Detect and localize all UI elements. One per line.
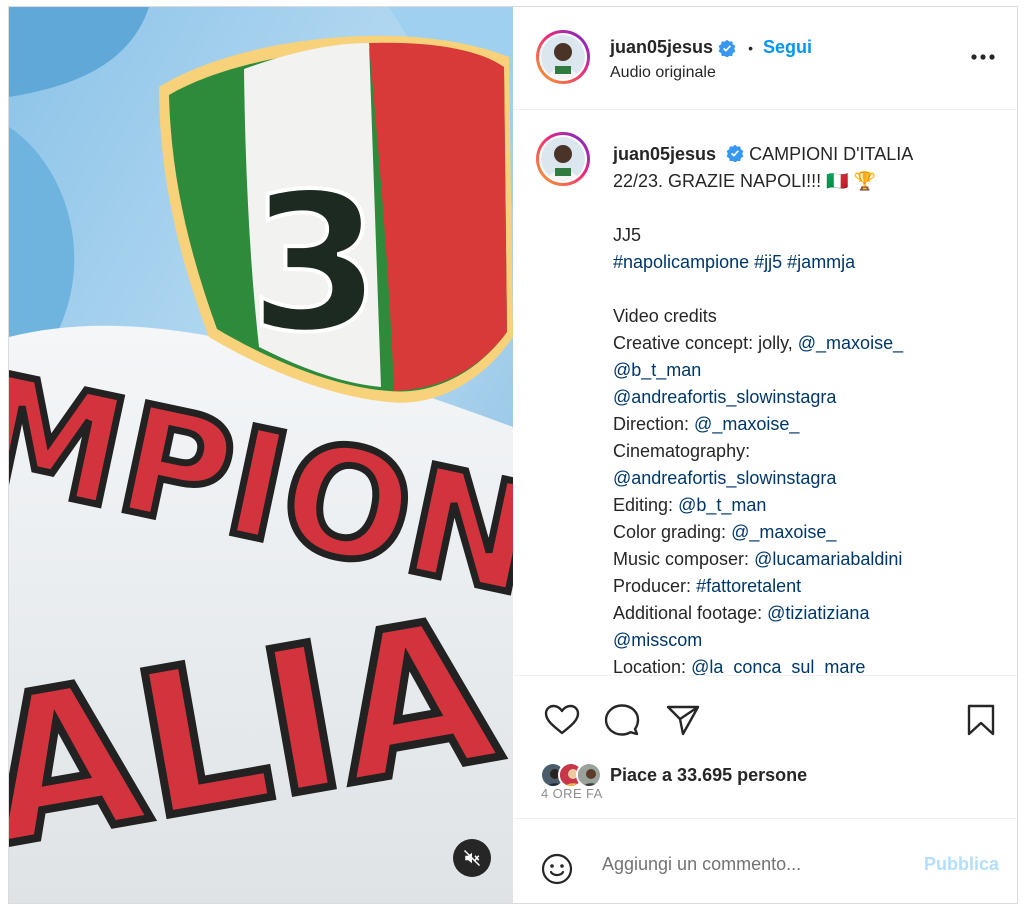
separator-dot: • <box>748 39 753 56</box>
mention-link[interactable]: @tiziatiziana <box>767 603 869 623</box>
follow-button[interactable]: Segui <box>763 37 812 58</box>
publish-button[interactable]: Pubblica <box>924 854 999 875</box>
more-options-button[interactable] <box>968 47 998 67</box>
caption-line-2: 22/23. GRAZIE NAPOLI!!! 🇮🇹 🏆 <box>613 171 876 191</box>
hashtag-link[interactable]: #jammja <box>787 252 855 272</box>
credit-label: Creative concept: jolly, <box>613 333 793 353</box>
credit-label: Additional footage: <box>613 603 763 623</box>
post-video[interactable]: 3 MPIONE ALIA <box>9 7 513 903</box>
comment-button[interactable] <box>604 703 640 742</box>
hashtag-link[interactable]: #jj5 <box>754 252 782 272</box>
mention-link[interactable]: @b_t_man <box>678 495 766 515</box>
credit-label: Music composer: <box>613 549 750 569</box>
mention-link[interactable]: @andreafortis_slowinstagra <box>613 468 836 488</box>
hashtag-link[interactable]: #napolicampione <box>613 252 749 272</box>
mention-link[interactable]: @_maxoise_ <box>798 333 903 353</box>
caption-text: juan05jesus CAMPIONI D'ITALIA 22/23. GRA… <box>613 141 1003 675</box>
svg-text:3: 3 <box>249 153 381 374</box>
avatar-photo <box>541 137 585 181</box>
mute-toggle-button[interactable] <box>453 839 491 877</box>
caption-line-1: CAMPIONI D'ITALIA <box>749 144 914 164</box>
muted-speaker-icon <box>463 849 481 867</box>
author-username[interactable]: juan05jesus <box>610 37 713 58</box>
credit-label: Cinematography: <box>613 441 751 461</box>
caption-signature: JJ5 <box>613 225 642 245</box>
credit-label: Location: <box>613 657 687 675</box>
comment-icon <box>604 704 640 736</box>
credit-label: Color grading: <box>613 522 727 542</box>
mention-link[interactable]: @lucamariabaldini <box>754 549 902 569</box>
verified-badge-icon <box>726 144 744 162</box>
audio-label[interactable]: Audio originale <box>610 64 716 82</box>
comment-input[interactable] <box>602 849 902 879</box>
likes-row[interactable]: Piace a 33.695 persone <box>540 762 807 788</box>
mention-link[interactable]: @andreafortis_slowinstagra <box>613 387 836 407</box>
video-frame: 3 MPIONE ALIA <box>9 7 513 903</box>
mention-link[interactable]: @misscom <box>613 630 702 650</box>
hashtag-link[interactable]: #fattoretalent <box>696 576 801 596</box>
caption-author-avatar[interactable] <box>536 132 590 186</box>
post-actions: Piace a 33.695 persone 4 ORE FA Pubblica <box>514 675 1017 903</box>
post-dialog: 3 MPIONE ALIA juan05jesus • Segui Audio … <box>8 6 1018 904</box>
caption-username[interactable]: juan05jesus <box>613 144 716 164</box>
emoji-button[interactable] <box>541 853 573 890</box>
bookmark-icon <box>967 704 995 736</box>
caption-section: juan05jesus CAMPIONI D'ITALIA 22/23. GRA… <box>514 111 1017 675</box>
credit-label: Direction: <box>613 414 690 434</box>
mention-link[interactable]: @_maxoise_ <box>694 414 799 434</box>
like-button[interactable] <box>544 704 580 741</box>
post-side-panel: juan05jesus • Segui Audio originale juan… <box>514 7 1017 903</box>
comment-composer: Pubblica <box>514 818 1017 903</box>
post-header: juan05jesus • Segui Audio originale <box>514 7 1017 110</box>
mention-link[interactable]: @la_conca_sul_mare <box>691 657 865 675</box>
emoji-icon <box>541 853 573 885</box>
liker-avatar <box>576 762 602 788</box>
author-avatar[interactable] <box>536 30 590 84</box>
likes-count[interactable]: Piace a 33.695 persone <box>610 765 807 786</box>
mention-link[interactable]: @_maxoise_ <box>731 522 836 542</box>
credits-title: Video credits <box>613 306 717 326</box>
avatar-photo <box>541 35 585 79</box>
verified-badge-icon <box>718 39 736 57</box>
share-button[interactable] <box>666 704 700 741</box>
more-icon <box>971 54 995 60</box>
heart-icon <box>544 704 580 735</box>
send-icon <box>666 705 700 736</box>
credit-label: Producer: <box>613 576 692 596</box>
post-timestamp[interactable]: 4 ORE FA <box>541 786 603 801</box>
credit-label: Editing: <box>613 495 674 515</box>
mention-link[interactable]: @b_t_man <box>613 360 701 380</box>
save-button[interactable] <box>966 703 996 742</box>
